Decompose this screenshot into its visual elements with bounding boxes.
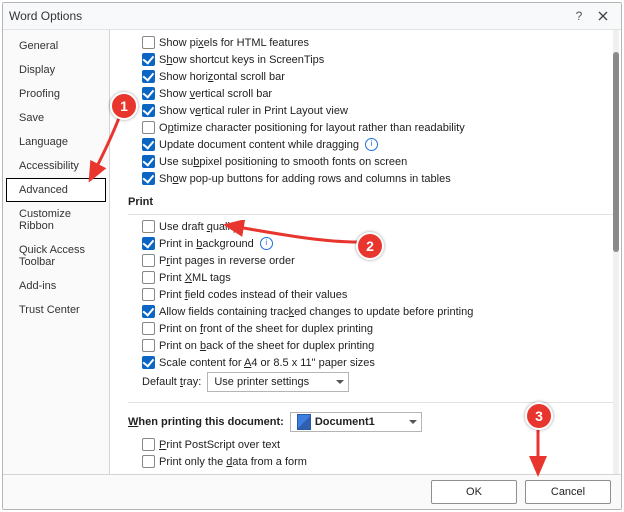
checkbox[interactable] [142,87,155,100]
option-label: Print only the data from a form [159,456,307,468]
checkbox[interactable] [142,271,155,284]
sidebar-item-advanced[interactable]: Advanced [6,178,106,202]
option-row: Print on back of the sheet for duplex pr… [124,337,613,354]
checkbox[interactable] [142,237,155,250]
separator [128,214,613,215]
section-save: Save [124,470,613,474]
option-label: Show vertical scroll bar [159,88,272,100]
info-icon: i [260,237,273,250]
option-row: Show pixels for HTML features [124,34,613,51]
checkbox[interactable] [142,104,155,117]
option-label: Update document content while dragging [159,139,359,151]
checkbox[interactable] [142,138,155,151]
option-label: Print pages in reverse order [159,255,295,267]
option-label: Print in background [159,238,254,250]
sidebar-item-add-ins[interactable]: Add-ins [6,274,106,298]
sidebar-item-language[interactable]: Language [6,130,106,154]
default-tray-label: Default tray: [142,376,201,388]
checkbox[interactable] [142,455,155,468]
option-row: Print field codes instead of their value… [124,286,613,303]
option-row: Show vertical ruler in Print Layout view [124,102,613,119]
sidebar: General Display Proofing Save Language A… [3,30,110,474]
default-tray-row: Default tray: Use printer settings [124,371,613,393]
option-label: Optimize character positioning for layou… [159,122,465,134]
word-options-dialog: Word Options ? General Display Proofing … [2,2,622,510]
checkbox[interactable] [142,36,155,49]
sidebar-item-trust-center[interactable]: Trust Center [6,298,106,322]
titlebar: Word Options ? [3,3,621,30]
option-label: Show pop-up buttons for adding rows and … [159,173,451,185]
option-label: Print on back of the sheet for duplex pr… [159,340,374,352]
option-label: Use draft quality [159,221,239,233]
checkbox[interactable] [142,305,155,318]
section-print: Print [124,187,613,211]
option-row: Show vertical scroll bar [124,85,613,102]
checkbox[interactable] [142,438,155,451]
option-row: Show pop-up buttons for adding rows and … [124,170,613,187]
document-value: Document1 [315,416,375,428]
cancel-button[interactable]: Cancel [525,480,611,504]
sidebar-item-save[interactable]: Save [6,106,106,130]
annotation-badge-3: 3 [525,402,553,430]
option-row: Allow fields containing tracked changes … [124,303,613,320]
document-dropdown[interactable]: Document1 [290,412,422,432]
option-label: Print field codes instead of their value… [159,289,347,301]
default-tray-value: Use printer settings [214,376,309,388]
option-label: Show vertical ruler in Print Layout view [159,105,348,117]
checkbox[interactable] [142,254,155,267]
option-row: Scale content for A4 or 8.5 x 11" paper … [124,354,613,371]
info-icon: i [365,138,378,151]
annotation-badge-1: 1 [110,92,138,120]
sidebar-item-proofing[interactable]: Proofing [6,82,106,106]
chevron-down-icon [336,380,344,384]
option-row: Print PostScript over text [124,436,613,453]
window-title: Word Options [9,9,567,23]
checkbox[interactable] [142,70,155,83]
sidebar-item-customize-ribbon[interactable]: Customize Ribbon [6,202,106,238]
option-label: Print on front of the sheet for duplex p… [159,323,373,335]
option-row: Print on front of the sheet for duplex p… [124,320,613,337]
option-label: Show pixels for HTML features [159,37,309,49]
checkbox[interactable] [142,53,155,66]
checkbox[interactable] [142,339,155,352]
option-row: Optimize character positioning for layou… [124,119,613,136]
option-row: Use subpixel positioning to smooth fonts… [124,153,613,170]
ok-button[interactable]: OK [431,480,517,504]
option-label: Use subpixel positioning to smooth fonts… [159,156,407,168]
close-button[interactable] [591,6,615,26]
checkbox[interactable] [142,288,155,301]
option-row: Show shortcut keys in ScreenTips [124,51,613,68]
option-row: Show horizontal scroll bar [124,68,613,85]
help-button[interactable]: ? [567,6,591,26]
checkbox[interactable] [142,172,155,185]
dialog-footer: OK Cancel [3,474,621,509]
sidebar-item-accessibility[interactable]: Accessibility [6,154,106,178]
sidebar-item-quick-access[interactable]: Quick Access Toolbar [6,238,106,274]
annotation-badge-2: 2 [356,232,384,260]
option-label: Show shortcut keys in ScreenTips [159,54,324,66]
option-row: Print XML tags [124,269,613,286]
default-tray-dropdown[interactable]: Use printer settings [207,372,349,392]
sidebar-item-general[interactable]: General [6,34,106,58]
option-label: Scale content for A4 or 8.5 x 11" paper … [159,357,375,369]
option-label: Print PostScript over text [159,439,280,451]
sidebar-item-display[interactable]: Display [6,58,106,82]
close-icon [598,11,608,21]
document-icon [297,414,311,430]
option-label: Print XML tags [159,272,231,284]
when-printing-label: When printing this document: [128,416,284,428]
checkbox[interactable] [142,121,155,134]
scrollbar-thumb[interactable] [613,52,619,252]
checkbox[interactable] [142,220,155,233]
checkbox[interactable] [142,155,155,168]
option-row: Print only the data from a form [124,453,613,470]
checkbox[interactable] [142,356,155,369]
option-label: Allow fields containing tracked changes … [159,306,473,318]
scrollbar[interactable] [613,30,619,474]
chevron-down-icon [409,420,417,424]
checkbox[interactable] [142,322,155,335]
option-label: Show horizontal scroll bar [159,71,285,83]
option-row: Update document content while dragging i [124,136,613,153]
